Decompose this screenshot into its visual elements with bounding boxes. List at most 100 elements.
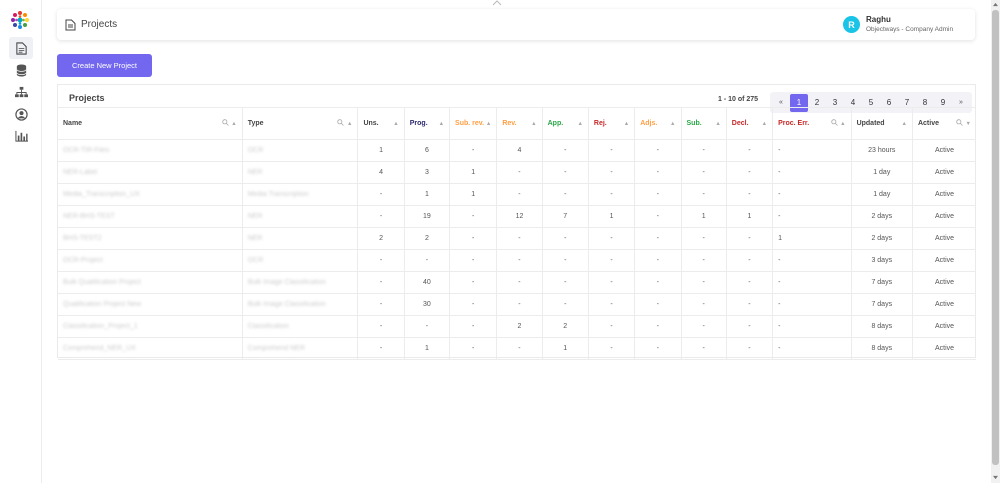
sidebar-item-data[interactable] (9, 59, 33, 81)
table-row[interactable]: Bulk Qualification Project Bulk Image Cla… (58, 271, 976, 294)
cell-progress: 3 (404, 161, 451, 184)
search-icon[interactable] (830, 119, 838, 126)
sort-icon[interactable]: ▲ (393, 120, 398, 129)
column-header-approved[interactable]: App. ▲ (542, 107, 589, 140)
cell-rejected: - (588, 337, 636, 360)
sort-icon[interactable]: ▲ (231, 120, 236, 129)
cell-updated: 7 days (851, 271, 913, 294)
column-header-unassigned[interactable]: Uns. ▲ (357, 107, 405, 140)
column-header-declined[interactable]: Decl. ▲ (726, 107, 774, 140)
cell-progress: 30 (404, 293, 451, 316)
cell-rejected: 1 (588, 205, 636, 228)
sort-icon[interactable]: ▲ (486, 120, 491, 129)
cell-approved: - (542, 227, 589, 250)
sidebar-item-reports[interactable] (9, 125, 33, 147)
cell-review: - (496, 227, 543, 250)
sidebar-item-users[interactable] (9, 103, 33, 125)
avatar[interactable]: R (843, 16, 860, 33)
column-header-name[interactable]: Name ▲ (58, 107, 243, 140)
column-header-submitted[interactable]: Sub. ▲ (681, 107, 727, 140)
sort-icon[interactable]: ▲ (439, 120, 444, 129)
table-row[interactable]: NER-BHS-TEST NER -19-12 7 1-1 1-2 days Active (58, 205, 976, 228)
cell-active: Active (912, 161, 976, 184)
sidebar-item-projects[interactable] (9, 37, 33, 59)
sort-icon[interactable]: ▲ (577, 120, 582, 129)
cell-active: Active (912, 337, 976, 360)
column-header-processing-error[interactable]: Proc. Err. ▲ (772, 107, 852, 140)
sort-icon[interactable]: ▲ (670, 120, 675, 129)
cell-progress: - (404, 249, 451, 272)
document-icon (65, 19, 76, 31)
cell-processing-error: - (772, 183, 852, 206)
cell-name[interactable]: Comprehend_NER_UX (58, 337, 243, 360)
cell-name[interactable]: NER-BHS-TEST (58, 205, 243, 228)
create-project-button[interactable]: Create New Project (57, 54, 152, 77)
column-header-type[interactable]: Type ▲ (242, 107, 359, 140)
cell-name[interactable]: Qualification Project New (58, 293, 243, 316)
page-header: Projects R Raghu Objectways - Company Ad… (57, 9, 975, 40)
cell-unassigned: 2 (357, 227, 405, 250)
sort-icon[interactable]: ▲ (531, 120, 536, 129)
table-row[interactable]: Classification_Project_1 Classification - -… (58, 315, 976, 338)
column-header-active[interactable]: Active ▼ (912, 107, 976, 140)
logo-icon[interactable] (10, 10, 30, 30)
cell-declined: - (726, 337, 774, 360)
cell-rejected: - (588, 183, 636, 206)
column-header-submitted-review[interactable]: Sub. rev. ▲ (449, 107, 498, 140)
cell-name[interactable]: Bulk Qualification Project (58, 271, 243, 294)
table-row[interactable]: Qualification Project New Bulk Image Clas… (58, 293, 976, 316)
search-icon[interactable] (956, 119, 963, 126)
search-icon[interactable] (222, 119, 229, 126)
table-row[interactable]: OCR-Project OCR - - - - - - - - - -3 days Active (58, 249, 976, 272)
cell-rejected: - (588, 161, 636, 184)
scroll-down-icon[interactable] (993, 475, 998, 480)
sort-icon[interactable]: ▲ (347, 120, 352, 129)
cell-unassigned: - (357, 183, 405, 206)
user-name[interactable]: Raghu (866, 15, 891, 24)
column-header-adjustments[interactable]: Adjs. ▲ (634, 107, 682, 140)
sort-icon[interactable]: ▲ (624, 120, 629, 129)
table-row[interactable]: OCR-TIR-Files OCR 1 6-4- - - - - -23 hours Active (58, 139, 976, 162)
cell-name[interactable]: NER-Label (58, 161, 243, 184)
scrollbar-thumb[interactable] (992, 10, 999, 465)
cell-name[interactable]: OCR-Project (58, 249, 243, 272)
cell-progress: 40 (404, 271, 451, 294)
cell-review: 4 (496, 139, 543, 162)
cell-review: - (496, 337, 543, 360)
cell-type: Media Transcription (242, 183, 359, 206)
column-header-progress[interactable]: Prog. ▲ (404, 107, 451, 140)
cell-name[interactable]: Classification_Project_1 (58, 315, 243, 338)
table-row[interactable]: Comprehend_NER_UX Comprehend NER -1- -1- - - -… (58, 337, 976, 360)
sort-icon[interactable]: ▲ (715, 120, 720, 129)
sidebar-item-hierarchy[interactable] (9, 81, 33, 103)
cell-unassigned: 4 (357, 161, 405, 184)
cell-processing-error: - (772, 161, 852, 184)
cell-submitted: - (681, 293, 727, 316)
cell-name[interactable]: BHS-TEST2 (58, 227, 243, 250)
table-row[interactable]: Media_Transcription_UX Media Transcriptio… (58, 183, 976, 206)
column-header-rejected[interactable]: Rej. ▲ (588, 107, 636, 140)
cell-rejected: - (588, 139, 636, 162)
cell-progress: - (404, 315, 451, 338)
cell-type: NER (242, 161, 359, 184)
column-header-updated[interactable]: Updated ▲ (851, 107, 913, 140)
sort-icon[interactable]: ▼ (966, 120, 971, 129)
cell-adjustments: - (634, 139, 682, 162)
search-icon[interactable] (337, 119, 345, 126)
cell-progress: 2 (404, 227, 451, 250)
cell-updated: 1 day (851, 161, 913, 184)
table-row[interactable]: BHS-TEST2 NER 2 2- - - - - - -1 2 days Active (58, 227, 976, 250)
chevron-up-icon[interactable] (492, 0, 502, 6)
sort-icon[interactable]: ▲ (902, 120, 907, 129)
cell-name[interactable]: Media_Transcription_UX (58, 183, 243, 206)
cell-submitted-review: - (449, 315, 498, 338)
column-header-review[interactable]: Rev. ▲ (496, 107, 543, 140)
scroll-up-icon[interactable] (993, 2, 998, 7)
cell-name[interactable]: OCR-TIR-Files (58, 139, 243, 162)
cell-submitted: - (681, 227, 727, 250)
sort-icon[interactable]: ▲ (840, 120, 845, 129)
cell-declined: - (726, 227, 774, 250)
cell-type: Classification (242, 315, 359, 338)
sort-icon[interactable]: ▲ (762, 120, 767, 129)
table-row[interactable]: NER-Label NER 4 3 1- - - - - - -1 day Active (58, 161, 976, 184)
